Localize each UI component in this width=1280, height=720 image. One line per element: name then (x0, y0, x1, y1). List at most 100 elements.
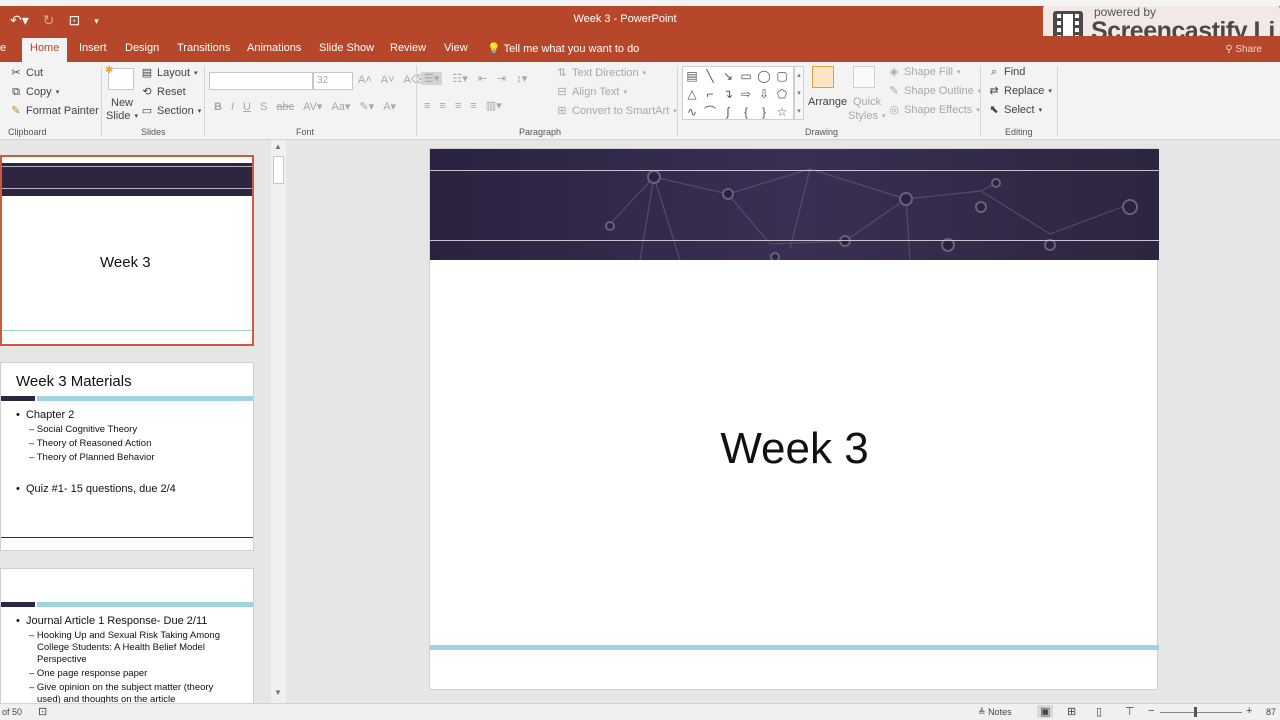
align-text-button[interactable]: ⊟ Align Text ▾ (556, 86, 627, 98)
tab-insert[interactable]: Insert (79, 42, 107, 54)
font-color-icon[interactable]: A▾ (383, 100, 396, 113)
decrease-indent-icon[interactable]: ⇤ (478, 72, 487, 85)
gallery-scroll-icon[interactable]: ▴ ▾ ▾ (794, 66, 804, 120)
italic-icon[interactable]: I (231, 101, 234, 113)
right-arrow-shape-icon[interactable]: ⇨ (737, 85, 755, 103)
textbox-shape-icon[interactable]: ▤ (683, 67, 701, 85)
slide-thumbnail-3[interactable]: • Journal Article 1 Response- Due 2/11 –… (0, 568, 254, 703)
tab-review[interactable]: Review (390, 42, 426, 54)
arrow-line-shape-icon[interactable]: ↘ (719, 67, 737, 85)
rounded-rect-shape-icon[interactable]: ▢ (773, 67, 791, 85)
scroll-up-icon[interactable]: ▲ (274, 142, 282, 151)
shape-effects-button[interactable]: ◎ Shape Effects ▾ (888, 104, 980, 116)
text-direction-button[interactable]: ⇅ Text Direction ▾ (556, 67, 646, 79)
numbering-icon[interactable]: ☷▾ (452, 72, 467, 85)
highlight-icon[interactable]: ✎▾ (359, 100, 374, 113)
right-brace-icon[interactable]: } (755, 103, 773, 121)
select-button[interactable]: ⬉ Select ▾ (988, 104, 1042, 116)
triangle-shape-icon[interactable]: △ (683, 85, 701, 103)
reset-button[interactable]: ⟲ Reset (141, 86, 185, 98)
new-slide-dropdown[interactable]: Slide ▾ (106, 110, 138, 122)
increase-indent-icon[interactable]: ⇥ (497, 72, 506, 85)
down-arrow-shape-icon[interactable]: ⇩ (755, 85, 773, 103)
rectangle-shape-icon[interactable]: ▭ (737, 67, 755, 85)
tab-transitions[interactable]: Transitions (177, 42, 230, 54)
new-slide-button[interactable]: New (111, 97, 133, 109)
freeform-shape-icon[interactable]: ∿ (683, 103, 701, 121)
tell-me-search[interactable]: 💡 Tell me what you want to do (487, 42, 639, 55)
share-button[interactable]: ⚲ Share (1225, 44, 1262, 55)
section-button[interactable]: ▭ Section ▾ (141, 105, 201, 117)
zoom-out-icon[interactable]: − (1148, 705, 1154, 717)
bold-icon[interactable]: B (214, 101, 222, 113)
shapes-gallery[interactable]: ▤ ╲ ↘ ▭ ◯ ▢ △ ⌐ ↴ ⇨ ⇩ ⬠ ∿ ⌒ ∫{} ☆ (682, 66, 794, 120)
normal-view-icon[interactable]: ▣ (1037, 705, 1054, 718)
shape-fill-button[interactable]: ◈ Shape Fill ▾ (888, 66, 961, 78)
slide-thumbnail-1[interactable]: Week 3 (0, 155, 254, 346)
format-painter-button[interactable]: ✎ Format Painter (10, 105, 98, 117)
columns-icon[interactable]: ▥▾ (486, 99, 502, 112)
new-slide-icon[interactable]: ✱ (105, 65, 134, 90)
arc-shape-icon[interactable]: ⌒ (701, 103, 719, 121)
quick-styles-icon[interactable] (853, 66, 875, 88)
zoom-level[interactable]: 87 (1266, 707, 1276, 717)
char-spacing-icon[interactable]: AV▾ (303, 100, 322, 113)
spell-check-icon[interactable]: ⊡ (38, 705, 47, 718)
slide-thumbnail-2[interactable]: Week 3 Materials • Chapter 2 – Social Co… (0, 362, 254, 551)
scroll-down-icon[interactable]: ▼ (274, 688, 282, 697)
slideshow-view-icon[interactable]: ⊤ (1125, 705, 1135, 718)
elbow-connector-icon[interactable]: ⌐ (701, 85, 719, 103)
justify-icon[interactable]: ≡ (470, 100, 476, 112)
grow-font-icon[interactable]: A˄ (358, 74, 372, 86)
curve-shape-icon[interactable]: ∫ (719, 103, 737, 121)
quick-styles-dropdown[interactable]: Styles ▾ (848, 110, 885, 122)
line-shape-icon[interactable]: ╲ (701, 67, 719, 85)
align-right-icon[interactable]: ≡ (455, 100, 461, 112)
cut-button[interactable]: ✂ Cut (10, 67, 43, 79)
zoom-in-icon[interactable]: + (1246, 705, 1252, 717)
tab-home[interactable]: Home (22, 38, 68, 62)
elbow-arrow-icon[interactable]: ↴ (719, 85, 737, 103)
shadow-icon[interactable]: S (260, 101, 267, 113)
tab-animations[interactable]: Animations (247, 42, 301, 54)
left-brace-icon[interactable]: { (737, 103, 755, 121)
line-spacing-icon[interactable]: ↕▾ (516, 72, 527, 85)
zoom-slider-thumb[interactable] (1194, 707, 1197, 717)
tab-view[interactable]: View (444, 42, 468, 54)
notes-button[interactable]: ≜ Notes (978, 707, 1012, 718)
align-center-icon[interactable]: ≡ (439, 100, 445, 112)
font-name-box[interactable] (209, 72, 313, 90)
change-case-icon[interactable]: Aa▾ (331, 100, 350, 113)
shape-outline-button[interactable]: ✎Shape Outline▾ (888, 85, 981, 97)
quick-styles-button[interactable]: Quick (853, 96, 881, 108)
convert-smartart-button[interactable]: ⊞ Convert to SmartArt ▾ (556, 105, 676, 117)
bullets-icon[interactable]: ☰▾ (421, 72, 443, 85)
slide-title[interactable]: Week 3 (430, 424, 1159, 474)
arrange-button[interactable]: Arrange (808, 96, 847, 108)
tab-design[interactable]: Design (125, 42, 159, 54)
layout-button[interactable]: ▤ Layout ▾ (141, 67, 198, 79)
scrollbar-thumb[interactable] (273, 156, 284, 184)
shape-fill-label: Shape Fill (904, 66, 953, 78)
oval-shape-icon[interactable]: ◯ (755, 67, 773, 85)
thumbnail-sub-bullet: – Theory of Planned Behavior (29, 452, 155, 463)
underline-icon[interactable]: U (243, 101, 251, 113)
tab-file[interactable]: e (0, 42, 6, 54)
copy-button[interactable]: ⧉ Copy ▾ (10, 86, 59, 98)
arrange-icon[interactable] (812, 66, 834, 88)
tab-slide-show[interactable]: Slide Show (319, 42, 374, 54)
shrink-font-icon[interactable]: A˅ (381, 74, 395, 86)
find-button[interactable]: ⌕ Find (988, 66, 1026, 78)
strikethrough-icon[interactable]: abc (276, 101, 294, 113)
font-size-box[interactable]: 32 (313, 72, 353, 90)
zoom-slider[interactable] (1160, 712, 1242, 713)
replace-button[interactable]: ⇄ Replace ▾ (988, 85, 1051, 97)
star-shape-icon[interactable]: ☆ (773, 103, 791, 121)
pentagon-shape-icon[interactable]: ⬠ (773, 85, 791, 103)
current-slide[interactable]: Week 3 (429, 148, 1159, 690)
shape-outline-label: Shape Outline (904, 85, 974, 97)
reading-view-icon[interactable]: ▯ (1096, 705, 1102, 718)
align-left-icon[interactable]: ≡ (424, 100, 430, 112)
thumbnails-scrollbar[interactable]: ▲ ▼ (271, 140, 286, 703)
slide-sorter-icon[interactable]: ⊞ (1067, 705, 1076, 718)
